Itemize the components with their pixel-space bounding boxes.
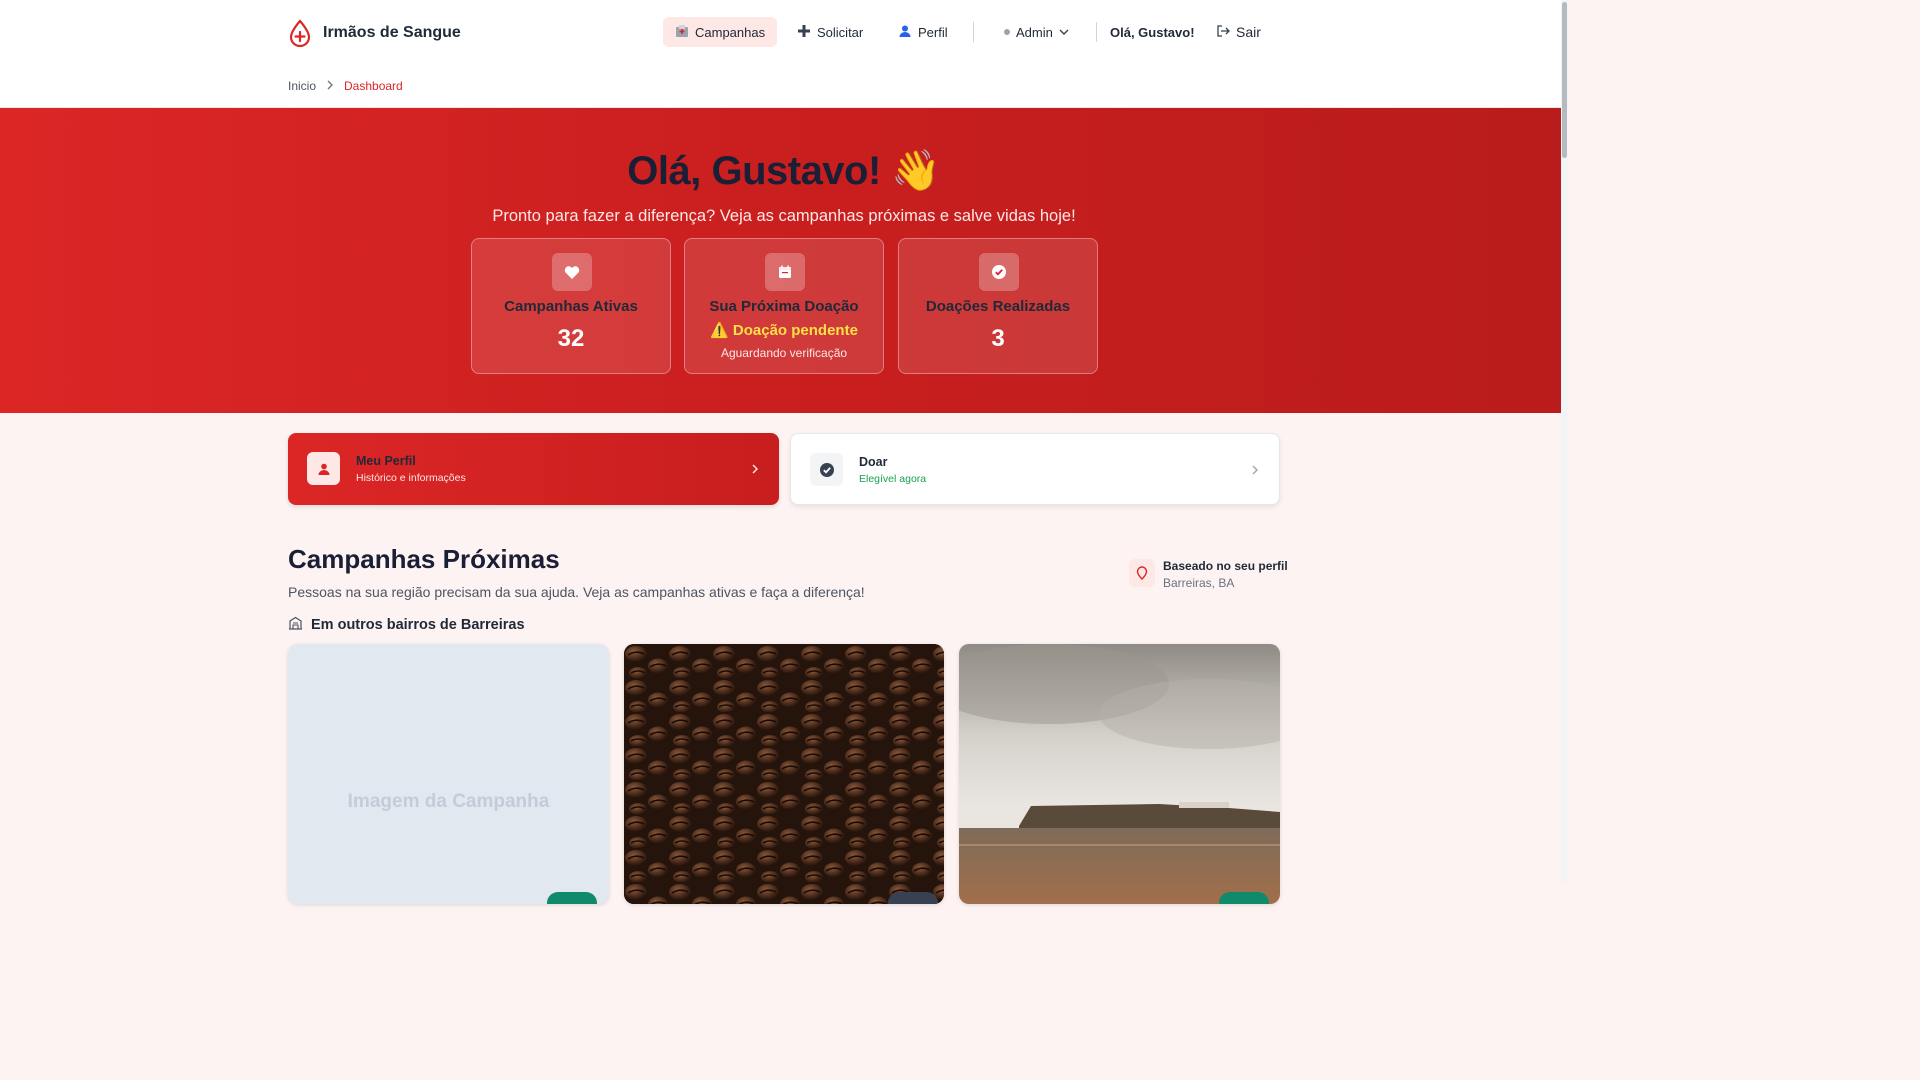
chevron-right-icon <box>1251 463 1259 481</box>
scrollbar-thumb[interactable] <box>1562 2 1567 158</box>
logout-button[interactable]: Sair <box>1204 17 1273 47</box>
status-dot <box>1004 29 1010 35</box>
calendar-icon <box>765 253 805 291</box>
coastline-photo <box>959 644 1280 904</box>
brand-logo-link[interactable]: Irmãos de Sangue <box>288 18 461 48</box>
action-subtitle: Elegível agora <box>859 473 927 485</box>
section-subtitle: Pessoas na sua região precisam da sua aj… <box>288 584 865 600</box>
building-icon <box>288 616 303 634</box>
page-scrollbar[interactable] <box>1561 0 1568 882</box>
campaign-image-placeholder: Imagem da Campanha <box>347 791 550 812</box>
donation-note: Aguardando verificação <box>720 346 848 360</box>
hospital-icon <box>675 24 689 41</box>
admin-label: Admin <box>1016 24 1053 40</box>
campaign-card[interactable] <box>959 644 1280 904</box>
location-info: Baseado no seu perfil Barreiras, BA <box>1129 559 1288 590</box>
my-profile-card[interactable]: Meu Perfil Histórico e informações <box>288 433 779 505</box>
nav-campaigns-label: Campanhas <box>695 24 766 40</box>
action-subtitle: Histórico e informações <box>356 472 466 484</box>
check-circle-icon <box>979 253 1019 291</box>
nav-profile-label: Perfil <box>918 24 948 40</box>
campaign-card[interactable]: Imagem da Campanha <box>288 644 609 904</box>
plus-icon <box>797 24 811 41</box>
location-title: Baseado no seu perfil <box>1163 559 1288 573</box>
blood-drop-icon <box>289 19 311 47</box>
check-circle-icon <box>810 453 843 486</box>
nav-profile[interactable]: Perfil <box>886 17 960 47</box>
action-title: Meu Perfil <box>356 454 416 468</box>
campaign-badge <box>1219 892 1269 904</box>
hero-subtitle: Pronto para fazer a diferença? Veja as c… <box>492 207 1076 225</box>
stat-value: 3 <box>991 325 1005 352</box>
breadcrumb-home[interactable]: Inicio <box>288 79 316 93</box>
logout-icon <box>1216 24 1230 41</box>
section-title: Campanhas Próximas <box>288 544 560 574</box>
hero-title: Olá, Gustavo! 👋 <box>627 149 941 193</box>
campaign-badge <box>888 892 938 904</box>
donate-card[interactable]: Doar Elegível agora <box>790 433 1280 505</box>
heart-icon <box>552 253 592 291</box>
stat-label: Doações Realizadas <box>925 298 1071 315</box>
coffee-beans-photo <box>624 644 944 904</box>
nav-divider <box>1096 22 1097 42</box>
stat-label: Sua Próxima Doação <box>709 298 859 315</box>
stat-card-donations-done: Doações Realizadas 3 <box>898 238 1098 374</box>
donation-status: ⚠️ Doação pendente <box>710 322 858 339</box>
group-title: Em outros bairros de Barreiras <box>288 616 525 634</box>
chevron-down-icon <box>1059 25 1069 40</box>
chevron-right-icon <box>751 462 759 480</box>
campaign-card[interactable] <box>624 644 944 904</box>
top-header: Irmãos de Sangue Campanhas Solicitar Per… <box>0 0 1568 108</box>
nav-divider <box>973 22 974 42</box>
stat-value: 32 <box>557 325 585 352</box>
chevron-right-icon <box>326 79 334 93</box>
breadcrumb: Inicio Dashboard <box>288 79 403 93</box>
group-title-label: Em outros bairros de Barreiras <box>311 617 525 633</box>
brand-name: Irmãos de Sangue <box>323 24 461 41</box>
stat-card-active-campaigns: Campanhas Ativas 32 <box>471 238 671 374</box>
map-pin-icon <box>1129 559 1155 587</box>
campaign-badge <box>547 892 597 904</box>
action-title: Doar <box>859 455 888 469</box>
greeting-text: Olá, Gustavo! <box>1098 17 1207 47</box>
logout-label: Sair <box>1236 24 1261 40</box>
user-icon <box>898 24 912 41</box>
greeting-label: Olá, Gustavo! <box>1110 24 1195 40</box>
hero-banner: Olá, Gustavo! 👋 Pronto para fazer a dife… <box>0 108 1568 413</box>
stat-card-next-donation: Sua Próxima Doação ⚠️ Doação pendente Ag… <box>684 238 884 374</box>
location-place: Barreiras, BA <box>1163 576 1235 590</box>
breadcrumb-current: Dashboard <box>344 79 403 93</box>
stat-label: Campanhas Ativas <box>504 298 638 315</box>
nav-request-label: Solicitar <box>817 24 864 40</box>
nav-campaigns[interactable]: Campanhas <box>663 17 778 47</box>
user-icon <box>307 452 340 485</box>
nav-request[interactable]: Solicitar <box>785 17 875 47</box>
admin-dropdown[interactable]: Admin <box>992 17 1081 47</box>
